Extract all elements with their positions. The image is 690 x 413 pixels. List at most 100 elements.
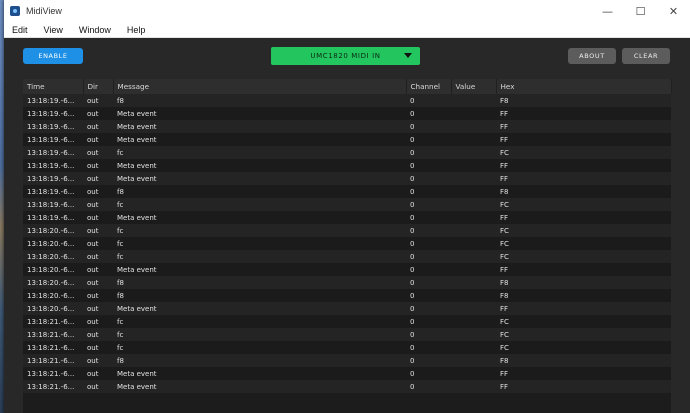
table-row[interactable]: 13:18:20.-6... out fc 0 FC xyxy=(23,224,671,237)
table-row[interactable]: 13:18:21.-6... out fc 0 FC xyxy=(23,315,671,328)
table-row[interactable]: 13:18:21.-6... out Meta event 0 FF xyxy=(23,367,671,380)
table-row[interactable]: 13:18:19.-6... out Meta event 0 FF xyxy=(23,120,671,133)
cell-hex: FF xyxy=(500,213,509,222)
table-row[interactable]: 13:18:19.-6... out Meta event 0 FF xyxy=(23,107,671,120)
cell-channel: 0 xyxy=(410,200,415,209)
table-row[interactable]: 13:18:19.-6... out Meta event 0 FF xyxy=(23,172,671,185)
table-row[interactable]: 13:18:21.-6... out Meta event 0 FF xyxy=(23,380,671,393)
cell-hex: FC xyxy=(500,148,509,157)
cell-channel: 0 xyxy=(410,330,415,339)
menu-window[interactable]: Window xyxy=(71,25,119,35)
column-header-value[interactable]: Value xyxy=(451,79,497,94)
maximize-icon[interactable]: ☐ xyxy=(624,0,657,22)
cell-time: 13:18:21.-6... xyxy=(27,330,75,339)
column-header-hex[interactable]: Hex xyxy=(496,79,672,94)
cell-message: fc xyxy=(117,200,124,209)
cell-message: Meta event xyxy=(117,265,157,274)
cell-message: fc xyxy=(117,330,124,339)
table-row[interactable]: 13:18:21.-6... out f8 0 F8 xyxy=(23,354,671,367)
close-icon[interactable]: ✕ xyxy=(657,0,690,22)
column-header-time[interactable]: Time xyxy=(23,79,84,94)
cell-value xyxy=(451,328,496,341)
cell-dir: out xyxy=(87,382,99,391)
cell-message: Meta event xyxy=(117,382,157,391)
cell-message: Meta event xyxy=(117,122,157,131)
device-select-label: UMC1820 MIDI IN xyxy=(310,52,381,60)
cell-channel: 0 xyxy=(410,304,415,313)
column-header-channel[interactable]: Channel xyxy=(406,79,452,94)
title-bar: MidiView — ☐ ✕ xyxy=(4,0,690,22)
table-row[interactable]: 13:18:19.-6... out Meta event 0 FF xyxy=(23,211,671,224)
cell-dir: out xyxy=(87,148,99,157)
cell-dir: out xyxy=(87,239,99,248)
cell-value xyxy=(451,224,496,237)
table-row[interactable]: 13:18:20.-6... out f8 0 F8 xyxy=(23,276,671,289)
minimize-icon[interactable]: — xyxy=(591,0,624,22)
cell-time: 13:18:21.-6... xyxy=(27,382,75,391)
cell-hex: F8 xyxy=(500,356,509,365)
cell-channel: 0 xyxy=(410,356,415,365)
cell-value xyxy=(451,315,496,328)
cell-dir: out xyxy=(87,252,99,261)
cell-value xyxy=(451,172,496,185)
cell-dir: out xyxy=(87,213,99,222)
cell-time: 13:18:19.-6... xyxy=(27,174,75,183)
cell-hex: FC xyxy=(500,252,509,261)
menu-edit[interactable]: Edit xyxy=(4,25,36,35)
cell-dir: out xyxy=(87,278,99,287)
table-row[interactable]: 13:18:19.-6... out fc 0 FC xyxy=(23,146,671,159)
table-header: Time Dir Message Channel Value Hex xyxy=(23,79,672,94)
cell-hex: FC xyxy=(500,200,509,209)
cell-channel: 0 xyxy=(410,291,415,300)
cell-dir: out xyxy=(87,161,99,170)
cell-value xyxy=(451,107,496,120)
midi-message-table: Time Dir Message Channel Value Hex 13:18… xyxy=(23,79,672,413)
cell-hex: FF xyxy=(500,174,509,183)
cell-message: f8 xyxy=(117,278,124,287)
table-row[interactable]: 13:18:20.-6... out fc 0 FC xyxy=(23,237,671,250)
cell-channel: 0 xyxy=(410,317,415,326)
cell-hex: F8 xyxy=(500,278,509,287)
column-header-dir[interactable]: Dir xyxy=(83,79,114,94)
cell-time: 13:18:19.-6... xyxy=(27,187,75,196)
column-header-message[interactable]: Message xyxy=(113,79,407,94)
clear-button[interactable]: CLEAR xyxy=(622,48,670,64)
menu-help[interactable]: Help xyxy=(119,25,154,35)
cell-time: 13:18:21.-6... xyxy=(27,343,75,352)
table-row[interactable]: 13:18:20.-6... out Meta event 0 FF xyxy=(23,302,671,315)
cell-hex: FF xyxy=(500,304,509,313)
table-row[interactable]: 13:18:20.-6... out fc 0 FC xyxy=(23,250,671,263)
app-logo-icon xyxy=(10,6,20,16)
table-row[interactable]: 13:18:21.-6... out fc 0 FC xyxy=(23,328,671,341)
cell-channel: 0 xyxy=(410,148,415,157)
cell-time: 13:18:21.-6... xyxy=(27,356,75,365)
table-row[interactable]: 13:18:19.-6... out Meta event 0 FF xyxy=(23,159,671,172)
cell-dir: out xyxy=(87,174,99,183)
table-row[interactable]: 13:18:21.-6... out fc 0 FC xyxy=(23,341,671,354)
cell-hex: FC xyxy=(500,226,509,235)
menu-view[interactable]: View xyxy=(36,25,71,35)
chevron-down-icon xyxy=(404,53,412,58)
cell-channel: 0 xyxy=(410,343,415,352)
cell-message: f8 xyxy=(117,291,124,300)
cell-channel: 0 xyxy=(410,213,415,222)
cell-dir: out xyxy=(87,109,99,118)
table-row[interactable]: 13:18:19.-6... out f8 0 F8 xyxy=(23,94,671,107)
cell-value xyxy=(451,211,496,224)
cell-dir: out xyxy=(87,304,99,313)
table-row[interactable]: 13:18:20.-6... out f8 0 F8 xyxy=(23,289,671,302)
about-button[interactable]: ABOUT xyxy=(568,48,616,64)
table-row[interactable]: 13:18:19.-6... out f8 0 F8 xyxy=(23,185,671,198)
cell-message: f8 xyxy=(117,356,124,365)
cell-hex: F8 xyxy=(500,291,509,300)
cell-time: 13:18:20.-6... xyxy=(27,291,75,300)
enable-button[interactable]: ENABLE xyxy=(23,48,83,64)
table-row[interactable]: 13:18:19.-6... out fc 0 FC xyxy=(23,198,671,211)
table-row[interactable]: 13:18:20.-6... out Meta event 0 FF xyxy=(23,263,671,276)
cell-dir: out xyxy=(87,96,99,105)
cell-dir: out xyxy=(87,356,99,365)
midi-device-select[interactable]: UMC1820 MIDI IN xyxy=(271,47,420,65)
cell-hex: FF xyxy=(500,122,509,131)
table-row[interactable]: 13:18:19.-6... out Meta event 0 FF xyxy=(23,133,671,146)
cell-dir: out xyxy=(87,226,99,235)
